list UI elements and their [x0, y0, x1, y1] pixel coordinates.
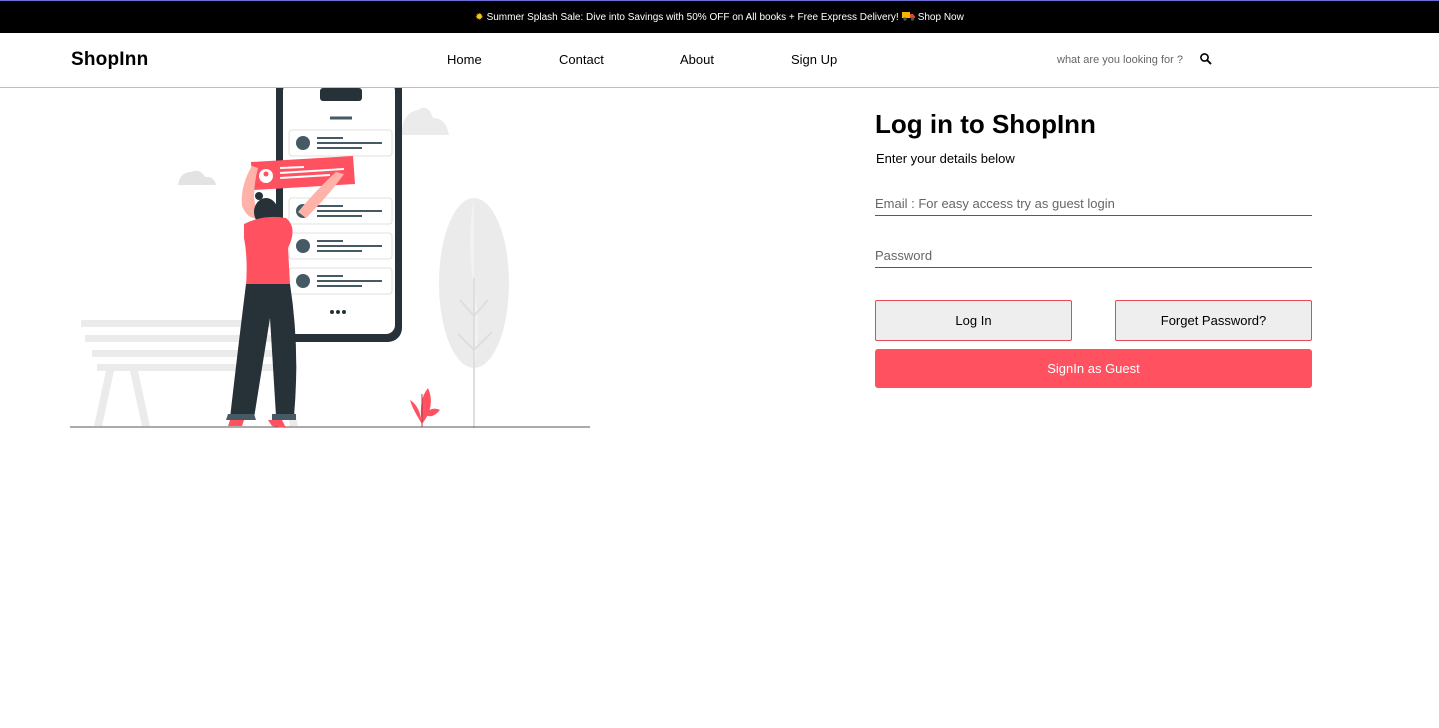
login-panel: Log in to ShopInn Enter your details bel… [875, 108, 1312, 388]
promo-bar: ✹ Summer Splash Sale: Dive into Savings … [0, 0, 1439, 33]
guest-signin-button[interactable]: SignIn as Guest [875, 349, 1312, 388]
password-field[interactable] [875, 244, 1312, 268]
login-title: Log in to ShopInn [875, 109, 1096, 139]
nav-home[interactable]: Home [447, 52, 482, 67]
logo[interactable]: ShopInn [71, 49, 148, 71]
login-illustration [68, 74, 593, 433]
nav-signup[interactable]: Sign Up [791, 52, 837, 67]
sun-icon: ✹ [475, 11, 484, 23]
search-input[interactable] [1049, 47, 1189, 73]
site-header: ShopInn Home Contact About Sign Up [0, 33, 1439, 88]
search-bar [1049, 47, 1224, 73]
truck-icon [901, 11, 915, 24]
nav-contact[interactable]: Contact [559, 52, 604, 67]
nav-about[interactable]: About [680, 52, 714, 67]
promo-text: Summer Splash Sale: Dive into Savings wi… [486, 11, 899, 23]
login-subtitle: Enter your details below [876, 151, 1015, 166]
shop-now-link[interactable]: Shop Now [918, 12, 964, 23]
search-icon[interactable] [1199, 52, 1213, 66]
login-button[interactable]: Log In [875, 300, 1072, 341]
email-field[interactable] [875, 192, 1312, 216]
forget-password-button[interactable]: Forget Password? [1115, 300, 1312, 341]
